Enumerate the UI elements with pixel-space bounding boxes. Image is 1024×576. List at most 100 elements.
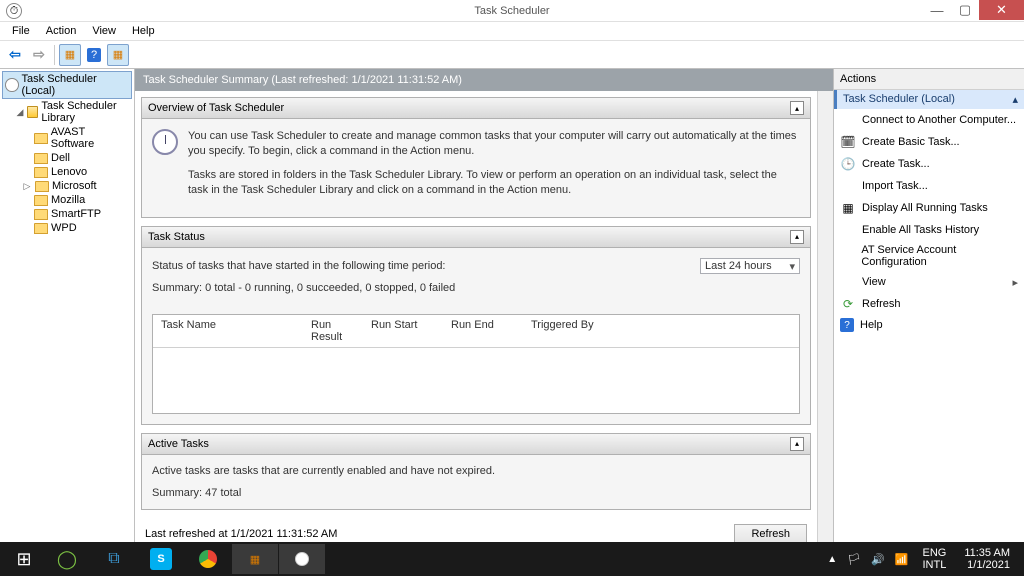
action-at-service[interactable]: AT Service Account Configuration: [834, 241, 1024, 271]
collapse-icon[interactable]: ▴: [790, 230, 804, 244]
last-refreshed-text: Last refreshed at 1/1/2021 11:31:52 AM: [145, 528, 337, 540]
taskbar-app-mmc[interactable]: ▦: [232, 544, 278, 574]
maximize-button[interactable]: ▢: [951, 0, 979, 20]
action-enable-history[interactable]: Enable All Tasks History: [834, 219, 1024, 241]
taskbar-app-skype[interactable]: S: [138, 544, 184, 574]
refresh-button[interactable]: Refresh: [734, 524, 807, 542]
actions-context-header: Task Scheduler (Local) ▴: [834, 90, 1024, 109]
tray-up-icon[interactable]: ▲: [827, 554, 837, 565]
folder-icon: [34, 209, 48, 220]
center-footer: Last refreshed at 1/1/2021 11:31:52 AM R…: [141, 518, 811, 542]
action-create-task[interactable]: 🕒Create Task...: [834, 153, 1024, 175]
task-status-table: Task Name Run Result Run Start Run End T…: [152, 314, 800, 414]
task-icon: 🕒: [840, 156, 856, 172]
tree-library-node[interactable]: ◢ Task Scheduler Library: [14, 99, 132, 125]
taskbar-app-chrome[interactable]: [185, 544, 231, 574]
col-task-name[interactable]: Task Name: [153, 315, 303, 347]
tree-item-wpd[interactable]: WPD: [32, 221, 132, 235]
expand-icon[interactable]: ◢: [16, 107, 24, 118]
expand-icon[interactable]: ▷: [22, 181, 32, 192]
tree-library-label: Task Scheduler Library: [41, 100, 130, 124]
action-refresh[interactable]: ⟳Refresh: [834, 293, 1024, 315]
tree-root-node[interactable]: Task Scheduler (Local): [2, 71, 132, 99]
taskbar-app-scheduler[interactable]: [279, 544, 325, 574]
taskbar-app-vscode[interactable]: ⧉: [91, 544, 137, 574]
help-toolbar-button[interactable]: ?: [83, 44, 105, 66]
tree-item-dell[interactable]: Dell: [32, 151, 132, 165]
start-button[interactable]: ⊞: [4, 544, 44, 574]
action-help[interactable]: ?Help: [834, 315, 1024, 335]
tree-item-lenovo[interactable]: Lenovo: [32, 165, 132, 179]
window-controls: — ▢ ✕: [923, 0, 1024, 20]
show-hide-actions-button[interactable]: ▦: [107, 44, 129, 66]
toolbar: ⇦ ⇨ ▦ ? ▦: [0, 41, 1024, 69]
show-hide-tree-button[interactable]: ▦: [59, 44, 81, 66]
menu-bar: File Action View Help: [0, 22, 1024, 41]
menu-help[interactable]: Help: [124, 23, 163, 39]
close-button[interactable]: ✕: [979, 0, 1024, 20]
menu-file[interactable]: File: [4, 23, 38, 39]
folder-icon: [34, 133, 48, 144]
tray-network-icon[interactable]: 📶: [895, 553, 909, 566]
main-content: Task Scheduler (Local) ◢ Task Scheduler …: [0, 69, 1024, 542]
action-view[interactable]: View▸: [834, 271, 1024, 293]
overview-panel: Overview of Task Scheduler ▴ You can use…: [141, 97, 811, 218]
actions-pane-title: Actions: [834, 69, 1024, 90]
back-button[interactable]: ⇦: [4, 44, 26, 66]
collapse-icon[interactable]: ▴: [790, 101, 804, 115]
folder-icon: [35, 181, 49, 192]
col-triggered-by[interactable]: Triggered By: [523, 315, 603, 347]
tree-item-mozilla[interactable]: Mozilla: [32, 193, 132, 207]
actions-pane: Actions Task Scheduler (Local) ▴ Connect…: [834, 69, 1024, 542]
tray-volume-icon[interactable]: 🔊: [871, 553, 885, 566]
action-connect[interactable]: Connect to Another Computer...: [834, 109, 1024, 131]
col-run-start[interactable]: Run Start: [363, 315, 443, 347]
col-run-end[interactable]: Run End: [443, 315, 523, 347]
connect-icon: [840, 112, 856, 128]
action-display-running[interactable]: ▦Display All Running Tasks: [834, 197, 1024, 219]
folder-icon: [34, 223, 48, 234]
window-title: Task Scheduler: [474, 5, 549, 17]
minimize-button[interactable]: —: [923, 0, 951, 20]
collapse-icon[interactable]: ▴: [790, 437, 804, 451]
tree-item-smartftp[interactable]: SmartFTP: [32, 207, 132, 221]
action-import-task[interactable]: Import Task...: [834, 175, 1024, 197]
taskbar-app-utorrent[interactable]: ◯: [44, 544, 90, 574]
forward-button[interactable]: ⇨: [28, 44, 50, 66]
status-summary: Summary: 0 total - 0 running, 0 succeede…: [152, 282, 800, 294]
overview-panel-header[interactable]: Overview of Task Scheduler ▴: [142, 98, 810, 119]
period-select[interactable]: Last 24 hours: [700, 258, 800, 274]
overview-p2: Tasks are stored in folders in the Task …: [188, 168, 800, 199]
import-icon: [840, 178, 856, 194]
col-run-result[interactable]: Run Result: [303, 315, 363, 347]
history-icon: [840, 222, 856, 238]
app-icon: ⏱: [6, 3, 22, 19]
tray-action-center-icon[interactable]: 🏳: [847, 553, 861, 566]
tray-language[interactable]: ENG INTL: [918, 547, 950, 571]
overview-title: Overview of Task Scheduler: [148, 102, 284, 114]
folder-icon: [34, 167, 48, 178]
tray-clock[interactable]: 11:35 AM 1/1/2021: [960, 547, 1014, 571]
status-panel: Task Status ▴ Status of tasks that have …: [141, 226, 811, 425]
status-period-label: Status of tasks that have started in the…: [152, 260, 446, 272]
folder-icon: [34, 153, 48, 164]
wizard-icon: 🗓: [840, 134, 856, 150]
active-title: Active Tasks: [148, 438, 209, 450]
clock-icon: [152, 129, 178, 155]
summary-header-text: Task Scheduler Summary (Last refreshed: …: [143, 74, 462, 86]
action-create-basic-task[interactable]: 🗓Create Basic Task...: [834, 131, 1024, 153]
active-panel-header[interactable]: Active Tasks ▴: [142, 434, 810, 455]
status-panel-header[interactable]: Task Status ▴: [142, 227, 810, 248]
tree-item-avast[interactable]: AVAST Software: [32, 125, 132, 151]
taskbar: ⊞ ◯ ⧉ S ▦ ▲ 🏳 🔊 📶 ENG INTL 11:35 AM 1/1/…: [0, 542, 1024, 576]
active-desc: Active tasks are tasks that are currentl…: [152, 465, 800, 477]
menu-action[interactable]: Action: [38, 23, 85, 39]
center-pane: Task Scheduler Summary (Last refreshed: …: [135, 69, 834, 542]
scrollbar[interactable]: [817, 91, 833, 542]
overview-p1: You can use Task Scheduler to create and…: [188, 129, 800, 160]
tree-item-microsoft[interactable]: ▷Microsoft: [20, 179, 132, 193]
title-bar: ⏱ Task Scheduler — ▢ ✕: [0, 0, 1024, 22]
menu-view[interactable]: View: [84, 23, 124, 39]
chevron-up-icon[interactable]: ▴: [1012, 93, 1018, 106]
status-title: Task Status: [148, 231, 205, 243]
